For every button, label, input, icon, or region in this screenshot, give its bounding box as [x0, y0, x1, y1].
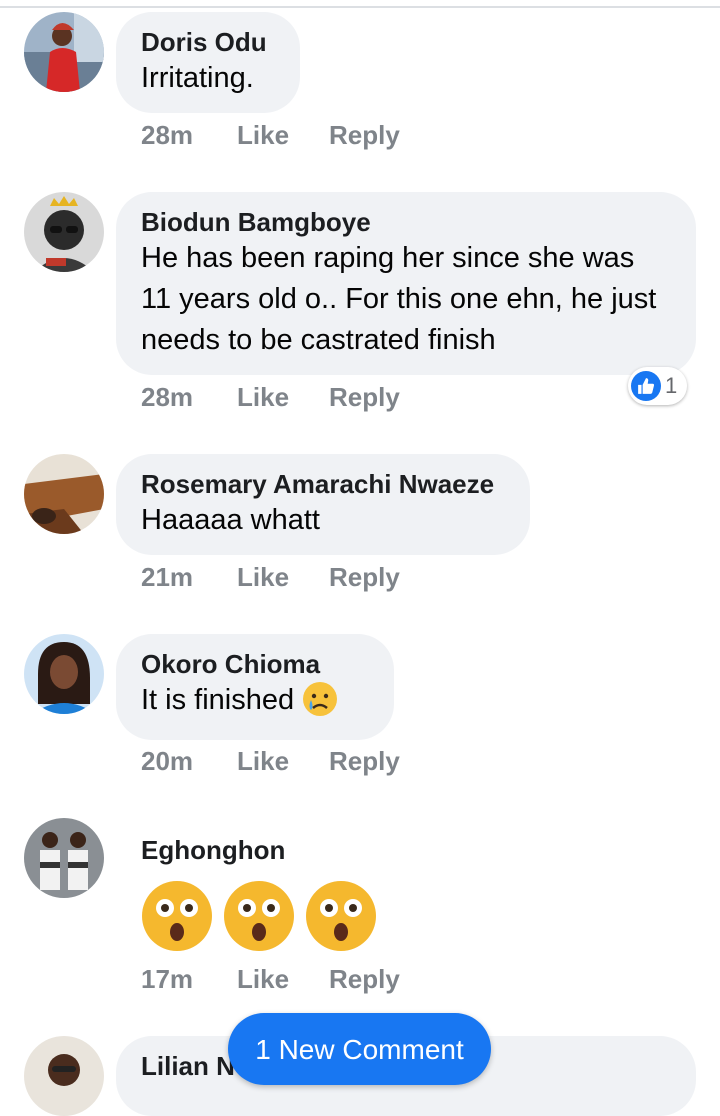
author-name[interactable]: Biodun Bamgboye [141, 206, 670, 238]
avatar[interactable] [24, 12, 104, 92]
like-button[interactable]: Like [237, 120, 289, 151]
avatar[interactable] [24, 818, 104, 898]
reply-button[interactable]: Reply [329, 964, 400, 995]
comment-bubble[interactable]: Rosemary Amarachi Nwaeze Haaaaa whatt [116, 454, 530, 555]
comment-bubble[interactable]: Okoro Chioma It is finished [116, 634, 394, 740]
comment-text: Haaaaa whatt [141, 504, 320, 536]
like-button[interactable]: Like [237, 746, 289, 777]
reply-button[interactable]: Reply [329, 746, 400, 777]
reply-button[interactable]: Reply [329, 382, 400, 413]
new-comment-button[interactable]: 1 New Comment [228, 1013, 491, 1085]
comment-bubble[interactable]: Doris Odu Irritating. [116, 12, 300, 113]
author-name[interactable]: Okoro Chioma [141, 648, 368, 680]
timestamp[interactable]: 20m [141, 746, 193, 777]
author-name[interactable]: Eghonghon [141, 834, 285, 866]
avatar[interactable] [24, 634, 104, 714]
avatar[interactable] [24, 454, 104, 534]
reply-button[interactable]: Reply [329, 120, 400, 151]
top-divider [0, 6, 720, 8]
reaction-summary[interactable]: 1 [628, 367, 688, 405]
astonished-face-icon [142, 881, 212, 951]
comment-text: Irritating. [141, 62, 254, 94]
author-name[interactable]: Doris Odu [141, 26, 274, 58]
emoji-reply [141, 880, 377, 952]
timestamp[interactable]: 21m [141, 562, 193, 593]
comment-bubble[interactable]: Biodun Bamgboye He has been raping her s… [116, 192, 696, 375]
reaction-count: 1 [665, 373, 678, 398]
avatar[interactable] [24, 192, 104, 272]
thumbs-up-icon [631, 371, 661, 401]
crying-face-icon [303, 682, 338, 716]
timestamp[interactable]: 28m [141, 382, 193, 413]
like-button[interactable]: Like [237, 964, 289, 995]
comment-text-body: It is finished [141, 684, 295, 716]
timestamp[interactable]: 17m [141, 964, 193, 995]
author-name[interactable]: Rosemary Amarachi Nwaeze [141, 468, 504, 500]
avatar[interactable] [24, 1036, 104, 1116]
reply-button[interactable]: Reply [329, 562, 400, 593]
like-button[interactable]: Like [237, 382, 289, 413]
astonished-face-icon [306, 881, 376, 951]
astonished-face-icon [224, 881, 294, 951]
comment-text: It is finished [141, 680, 368, 721]
like-button[interactable]: Like [237, 562, 289, 593]
comment-text: He has been raping her since she was 11 … [141, 242, 657, 356]
timestamp[interactable]: 28m [141, 120, 193, 151]
